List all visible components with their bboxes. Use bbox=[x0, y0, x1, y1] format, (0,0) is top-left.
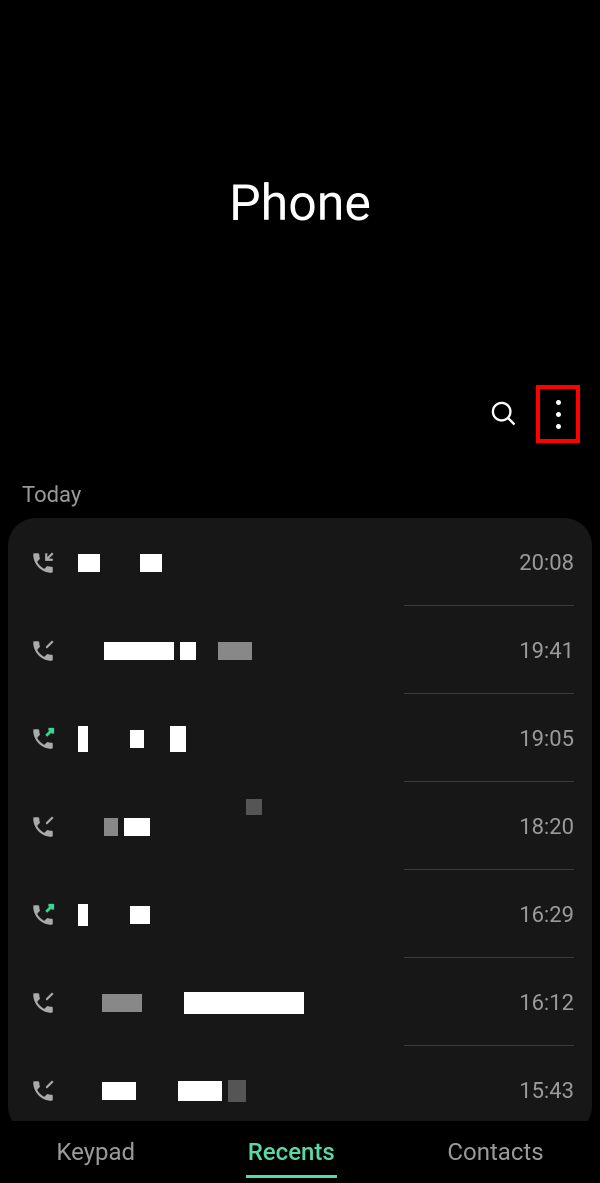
page-title: Phone bbox=[0, 0, 600, 233]
call-time: 18:20 bbox=[519, 815, 574, 840]
more-vertical-icon bbox=[556, 400, 561, 429]
call-time: 20:08 bbox=[519, 551, 574, 576]
call-time: 16:12 bbox=[519, 991, 574, 1016]
call-item[interactable]: 16:29 bbox=[8, 870, 592, 958]
call-time: 19:05 bbox=[519, 727, 574, 752]
call-item[interactable]: 16:12 bbox=[8, 958, 592, 1046]
call-contact bbox=[78, 726, 519, 752]
call-contact bbox=[78, 551, 519, 575]
call-time: 16:29 bbox=[519, 903, 574, 928]
incoming-call-icon bbox=[30, 990, 56, 1016]
call-contact bbox=[78, 1079, 519, 1103]
call-time: 19:41 bbox=[519, 639, 574, 664]
call-item[interactable]: 19:05 bbox=[8, 694, 592, 782]
toolbar bbox=[490, 385, 580, 443]
tab-recents[interactable]: Recents bbox=[236, 1130, 347, 1174]
incoming-call-icon bbox=[30, 1078, 56, 1104]
call-contact bbox=[78, 903, 519, 927]
call-item[interactable]: 18:20 bbox=[8, 782, 592, 870]
outgoing-call-icon bbox=[30, 902, 56, 928]
tab-contacts[interactable]: Contacts bbox=[435, 1130, 555, 1174]
outgoing-call-icon bbox=[30, 726, 56, 752]
section-label: Today bbox=[22, 483, 81, 508]
more-options-button[interactable] bbox=[536, 385, 580, 443]
incoming-call-icon bbox=[30, 550, 56, 576]
call-contact bbox=[78, 815, 519, 839]
call-time: 15:43 bbox=[519, 1079, 574, 1104]
call-list: 20:08 19:41 19:05 bbox=[8, 518, 592, 1134]
bottom-nav: Keypad Recents Contacts bbox=[0, 1121, 600, 1183]
incoming-call-icon bbox=[30, 638, 56, 664]
call-item[interactable]: 20:08 bbox=[8, 518, 592, 606]
call-item[interactable]: 19:41 bbox=[8, 606, 592, 694]
tab-keypad[interactable]: Keypad bbox=[44, 1130, 147, 1174]
call-contact bbox=[78, 639, 519, 663]
call-contact bbox=[78, 991, 519, 1015]
incoming-call-icon bbox=[30, 814, 56, 840]
search-icon[interactable] bbox=[490, 400, 518, 428]
